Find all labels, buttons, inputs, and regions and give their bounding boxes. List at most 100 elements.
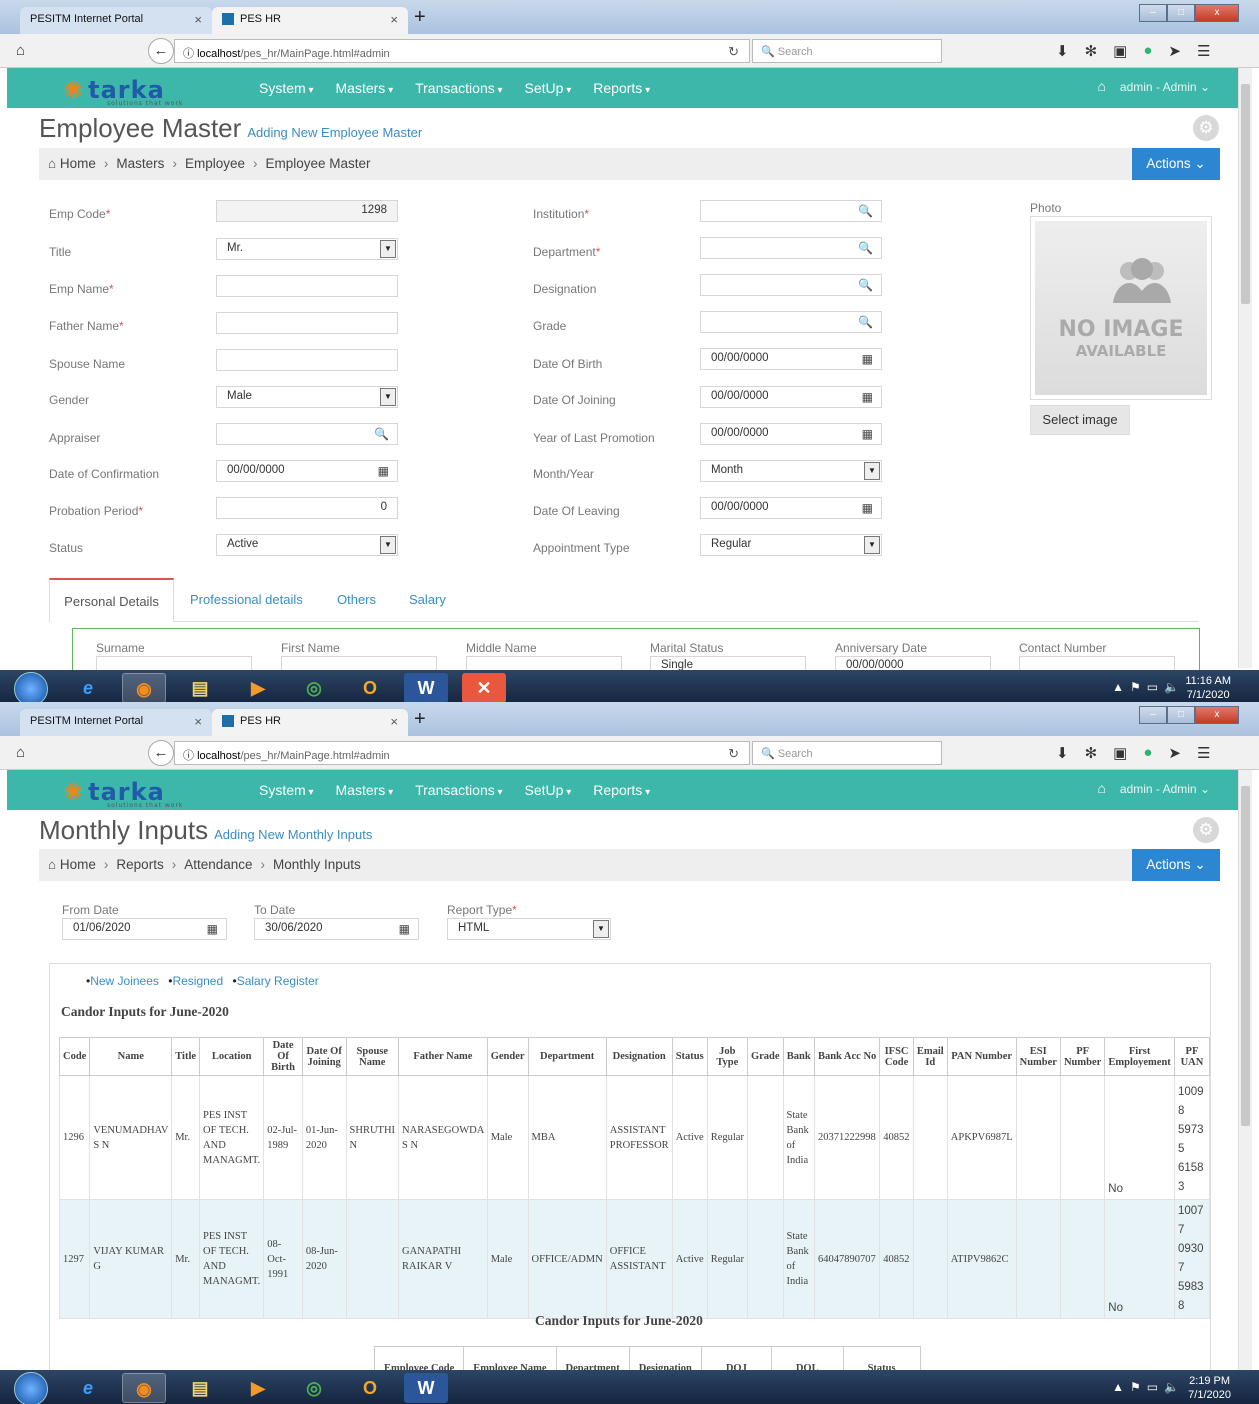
chevron-down-icon[interactable]: ▼ (380, 536, 396, 554)
extension-icon[interactable]: ✻ (1085, 744, 1098, 762)
menu-transactions[interactable]: Transactions (415, 80, 502, 96)
grade-field[interactable]: 🔍 (700, 311, 882, 333)
institution-field[interactable]: 🔍 (700, 200, 882, 222)
calendar-icon[interactable]: ▦ (862, 352, 873, 366)
new-tab-icon[interactable]: + (414, 708, 426, 731)
tarka-logo[interactable]: ✺ tarka solutions that work (63, 778, 182, 809)
close-tab-icon[interactable]: × (194, 714, 202, 729)
menu-reports[interactable]: Reports (593, 80, 650, 96)
back-arrow-icon[interactable]: ← (148, 740, 174, 766)
close-tab-icon[interactable]: × (194, 12, 202, 27)
send-icon[interactable]: ➤ (1168, 744, 1181, 762)
maximize-icon[interactable]: □ (1167, 4, 1195, 22)
scrollbar-thumb[interactable] (1241, 786, 1250, 1126)
chrome-icon[interactable]: ◎ (292, 1373, 336, 1403)
minimize-icon[interactable]: – (1139, 4, 1167, 22)
reload-icon[interactable]: ↻ (728, 44, 739, 60)
media-player-icon[interactable]: ▶ (236, 673, 280, 702)
ie-icon[interactable]: e (66, 1373, 110, 1403)
hamburger-menu-icon[interactable]: ☰ (1197, 744, 1210, 762)
firefox-icon[interactable]: ◉ (122, 673, 166, 702)
word-icon[interactable]: W (404, 673, 448, 702)
browser-tab-peshr[interactable]: PES HR × (212, 709, 408, 736)
probation-field[interactable]: 0 (216, 497, 398, 519)
title-select[interactable]: Mr. ▼ (216, 238, 398, 260)
marital-status-select[interactable]: Single (650, 656, 806, 670)
to-date-field[interactable]: 30/06/2020 ▦ (254, 918, 419, 940)
back-arrow-icon[interactable]: ← (148, 38, 174, 64)
from-date-field[interactable]: 01/06/2020 ▦ (62, 918, 227, 940)
browser-tab-portal[interactable]: PESITM Internet Portal × (20, 709, 212, 736)
tab-personal-details[interactable]: Personal Details (49, 578, 174, 622)
dob-field[interactable]: 00/00/0000 ▦ (700, 348, 882, 370)
calendar-icon[interactable]: ▦ (862, 501, 873, 515)
doj-field[interactable]: 00/00/0000 ▦ (700, 386, 882, 408)
browser-tab-portal[interactable]: PESITM Internet Portal × (20, 7, 212, 34)
crumb-home[interactable]: Home (60, 857, 96, 872)
calendar-icon[interactable]: ▦ (378, 464, 389, 478)
anniversary-field[interactable]: 00/00/0000 (835, 656, 991, 670)
contact-number-field[interactable] (1019, 656, 1175, 670)
search-icon[interactable]: 🔍 (858, 241, 873, 255)
crumb-attendance[interactable]: Attendance (184, 857, 252, 872)
home-icon[interactable]: ⌂ (16, 42, 25, 59)
start-button[interactable] (14, 672, 48, 702)
send-icon[interactable]: ➤ (1168, 42, 1181, 60)
chrome-icon[interactable]: ◎ (292, 673, 336, 702)
xampp-icon[interactable]: ✕ (462, 673, 506, 702)
reload-icon[interactable]: ↻ (728, 746, 739, 762)
new-tab-icon[interactable]: + (414, 6, 426, 29)
chevron-down-icon[interactable]: ▼ (864, 462, 880, 480)
crumb-employee[interactable]: Employee (185, 156, 245, 171)
close-window-icon[interactable]: x (1195, 706, 1239, 724)
actions-button[interactable]: Actions ⌄ (1132, 849, 1220, 881)
close-window-icon[interactable]: x (1195, 4, 1239, 22)
last-promotion-field[interactable]: 00/00/0000 ▦ (700, 423, 882, 445)
search-icon[interactable]: 🔍 (858, 204, 873, 218)
chevron-down-icon[interactable]: ▼ (864, 536, 880, 554)
sidebar-icon[interactable]: ▣ (1113, 42, 1127, 60)
outlook-icon[interactable]: O (348, 673, 392, 702)
tab-others[interactable]: Others (337, 592, 376, 607)
home-icon[interactable]: ⌂ (16, 744, 25, 761)
menu-transactions[interactable]: Transactions (415, 782, 502, 798)
menu-setup[interactable]: SetUp (525, 782, 572, 798)
folder-icon[interactable]: ▤ (178, 673, 222, 702)
actions-button[interactable]: Actions ⌄ (1132, 148, 1220, 180)
grammarly-icon[interactable]: ● (1143, 42, 1152, 60)
close-tab-icon[interactable]: × (390, 714, 398, 729)
first-name-field[interactable] (281, 656, 437, 670)
search-input[interactable]: 🔍 Search (752, 39, 942, 63)
hamburger-menu-icon[interactable]: ☰ (1197, 42, 1210, 60)
home-icon[interactable]: ⌂ (1097, 78, 1105, 94)
tarka-logo[interactable]: ✺ tarka solutions that work (63, 76, 182, 107)
menu-setup[interactable]: SetUp (525, 80, 572, 96)
gear-icon[interactable]: ⚙ (1193, 115, 1219, 141)
chevron-down-icon[interactable]: ▼ (380, 240, 396, 258)
menu-system[interactable]: System (259, 782, 314, 798)
sidebar-icon[interactable]: ▣ (1113, 744, 1127, 762)
link-salary-register[interactable]: Salary Register (233, 974, 319, 988)
folder-icon[interactable]: ▤ (178, 1373, 222, 1403)
select-image-button[interactable]: Select image (1030, 405, 1130, 435)
search-icon[interactable]: 🔍 (858, 315, 873, 329)
department-field[interactable]: 🔍 (700, 237, 882, 259)
crumb-masters[interactable]: Masters (116, 156, 164, 171)
minimize-icon[interactable]: – (1139, 706, 1167, 724)
search-input[interactable]: 🔍 Search (752, 741, 942, 765)
word-icon[interactable]: W (404, 1373, 448, 1403)
download-icon[interactable]: ⬇ (1056, 42, 1069, 60)
menu-masters[interactable]: Masters (336, 80, 394, 96)
chevron-down-icon[interactable]: ▼ (593, 920, 609, 938)
url-field[interactable]: ⓘ localhost/pes_hr/MainPage.html#admin ↻ (174, 39, 750, 63)
surname-field[interactable] (96, 656, 252, 670)
extension-icon[interactable]: ✻ (1085, 42, 1098, 60)
system-tray[interactable]: ▲⚑▭🔈 (1112, 680, 1185, 694)
crumb-reports[interactable]: Reports (116, 857, 163, 872)
appointment-type-select[interactable]: Regular ▼ (700, 534, 882, 556)
report-type-select[interactable]: HTML ▼ (447, 918, 611, 940)
download-icon[interactable]: ⬇ (1056, 744, 1069, 762)
emp-name-field[interactable] (216, 275, 398, 297)
menu-reports[interactable]: Reports (593, 782, 650, 798)
start-button[interactable] (14, 1372, 48, 1404)
